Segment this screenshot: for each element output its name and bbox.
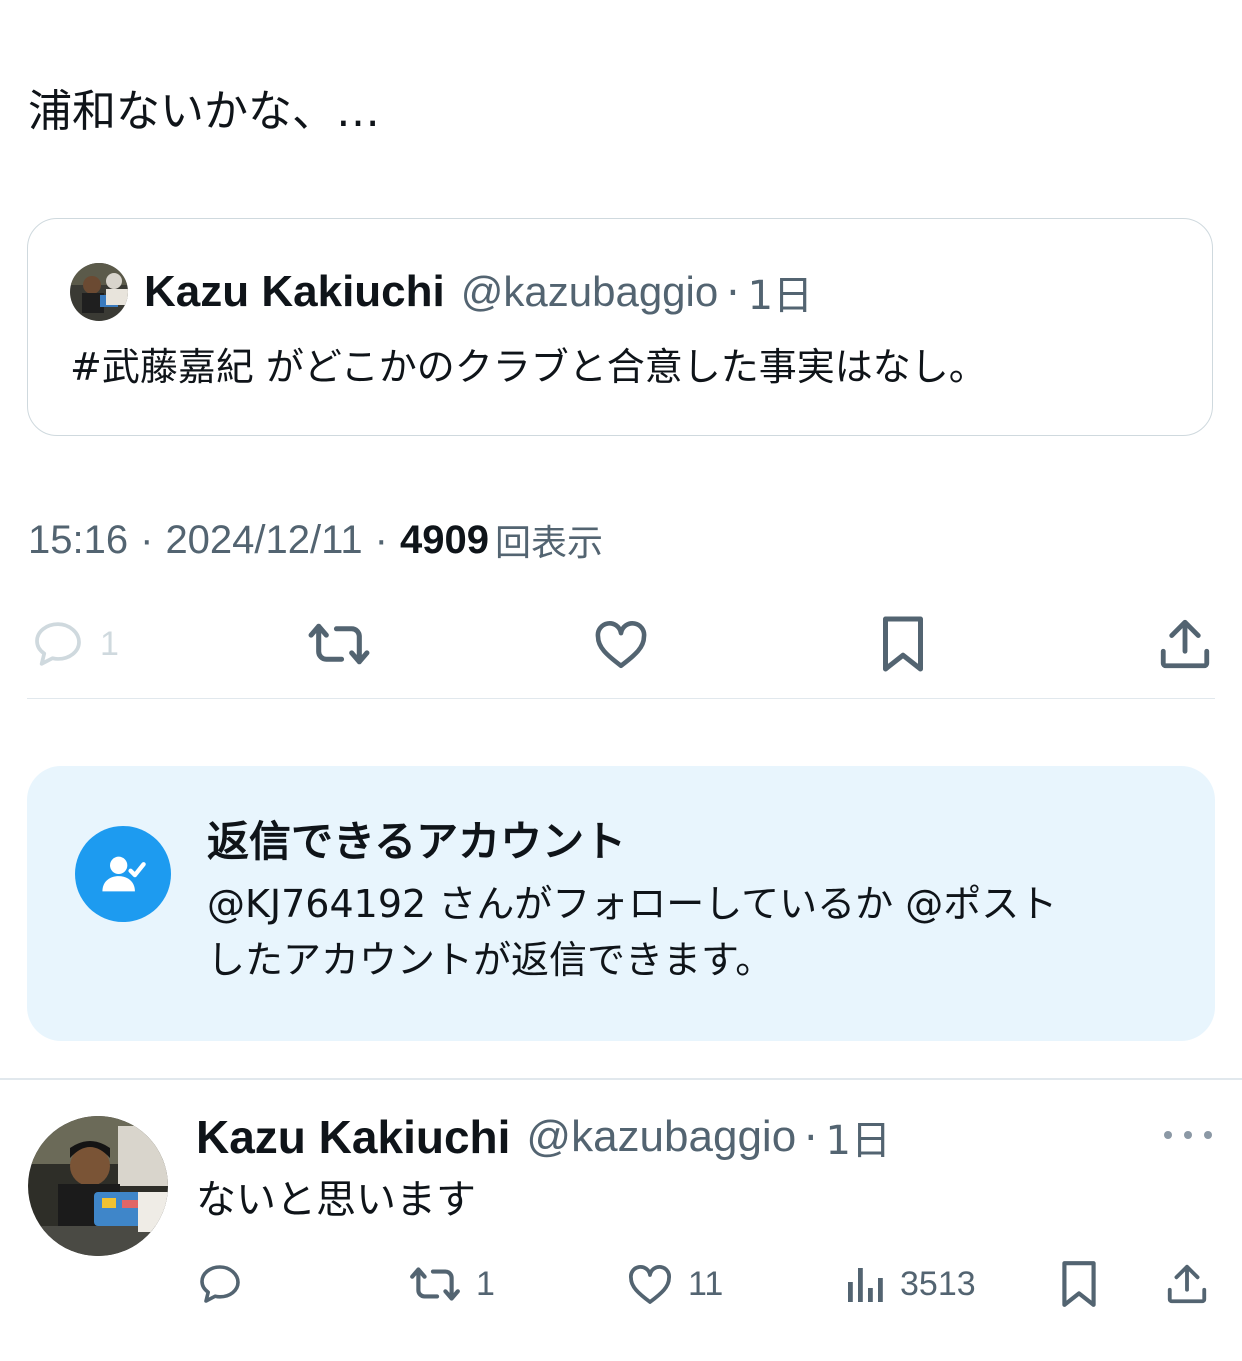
retweet-icon [410,1267,460,1301]
reply-views-button[interactable]: 3513 [842,1256,976,1312]
bookmark-icon [883,616,923,672]
reply-text: ないと思います [196,1177,476,1223]
restriction-title: 返信できるアカウント [207,817,627,866]
reply-author-avatar[interactable] [28,1116,168,1256]
retweet-button[interactable] [306,612,372,676]
bookmark-icon [1062,1261,1096,1307]
quoted-tweet-text: #武藤嘉紀 がどこかのクラブと合意した事実はなし。 [70,345,987,389]
share-icon [1160,619,1210,669]
quoted-tweet-card[interactable]: Kazu Kakiuchi @kazubaggio · 1日 #武藤嘉紀 がどこ… [27,218,1213,436]
user-check-icon [75,826,171,922]
heart-icon [629,1265,671,1304]
like-count: 11 [688,1264,724,1303]
restriction-line-1: @KJ764192 さんがフォローしているか @ポスト [207,882,1058,926]
separator-dot: · [804,1112,818,1162]
reply-retweet-button[interactable]: 1 [408,1256,495,1312]
divider [0,1078,1242,1080]
tweet-meta: 15:16 · 2024/12/11 · 4909 回表示 [28,510,603,570]
bookmark-button[interactable] [878,612,928,676]
tweet-time[interactable]: 15:16 [28,518,128,563]
reply-count: 1 [100,624,119,663]
tweet-date[interactable]: 2024/12/11 [165,518,362,563]
reply-reply-button[interactable] [196,1256,244,1312]
share-button[interactable] [1156,612,1214,676]
more-options-icon[interactable] [1164,1120,1212,1150]
restriction-line-2: したアカウントが返信できます。 [207,938,774,982]
quoted-author-avatar [70,263,128,321]
divider [27,698,1215,699]
reply-bookmark-button[interactable] [1058,1256,1100,1312]
views-count: 3513 [900,1264,976,1303]
reply-icon [200,1265,240,1303]
tweet-text: 浦和ないかな、… [28,86,380,137]
quoted-tweet-time[interactable]: 1日 [748,263,813,321]
retweet-icon [308,623,370,665]
restriction-description: @KJ764192 さんがフォローしているか @ポスト したアカウントが返信でき… [207,876,1187,988]
reply-author-name[interactable]: Kazu Kakiuchi [196,1110,510,1164]
reply-icon [35,622,81,666]
separator-dot: · [726,267,740,317]
reply-author-handle[interactable]: @kazubaggio [526,1112,796,1162]
analytics-icon [848,1268,883,1302]
reply-button[interactable]: 1 [28,612,119,676]
reply-time[interactable]: 1日 [826,1108,891,1166]
share-icon [1167,1264,1207,1304]
reply-share-button[interactable] [1164,1256,1210,1312]
reply-restriction-card: 返信できるアカウント @KJ764192 さんがフォローしているか @ポスト し… [27,766,1215,1041]
views-count[interactable]: 4909 [400,518,489,563]
views-label: 回表示 [494,523,603,564]
quoted-author-name[interactable]: Kazu Kakiuchi [144,267,445,317]
quoted-author-handle[interactable]: @kazubaggio [461,268,718,316]
like-button[interactable] [592,612,650,676]
heart-icon [595,621,647,669]
separator-dot: · [140,517,154,562]
separator-dot: · [374,517,388,562]
retweet-count: 1 [476,1264,495,1303]
reply-like-button[interactable]: 11 [626,1256,723,1312]
